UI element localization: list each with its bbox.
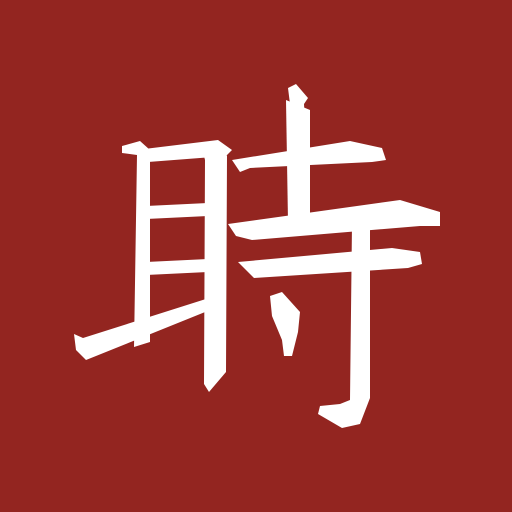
shi-character-glyph (74, 84, 440, 428)
app-icon (0, 0, 512, 512)
